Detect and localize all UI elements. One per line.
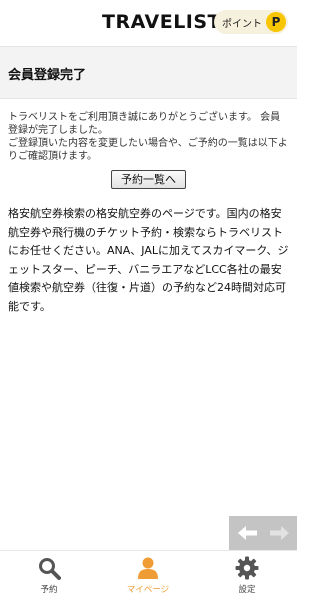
point-badge: P — [266, 12, 286, 32]
description-text: 格安航空券検索の格安航空券のページです。国内の格安航空券や飛行機のチケット予約・… — [8, 207, 289, 313]
person-icon — [138, 557, 158, 579]
title-bar: 会員登録完了 — [0, 46, 297, 99]
page-title: 会員登録完了 — [8, 68, 87, 83]
point-button[interactable]: ポイント P — [214, 10, 288, 34]
arrow-left-icon[interactable] — [238, 525, 258, 541]
point-label: ポイント — [222, 19, 262, 30]
tab-label: 予約 — [40, 585, 58, 595]
tab-bar: 予約 マイページ 設定 — [0, 550, 297, 600]
registration-message: トラベリストをご利用頂き誠にありがとうございます。 会員登録が完了しました。 ご… — [8, 111, 288, 163]
reserve-list-button[interactable]: 予約一覧へ — [111, 170, 186, 189]
app-logo[interactable]: TRAVELIST — [102, 11, 221, 33]
search-icon — [39, 558, 61, 580]
tab-reserve[interactable]: 予約 — [14, 556, 84, 598]
gear-icon — [235, 556, 259, 580]
message-line: ご登録頂いた内容を変更したい場合や、ご予約の一覧は以下よりご確認頂けます。 — [8, 138, 288, 162]
header: TRAVELIST ポイント P — [0, 0, 297, 45]
pager — [229, 516, 297, 550]
arrow-right-icon[interactable] — [269, 525, 289, 541]
message-line: トラベリストをご利用頂き誠にありがとうございます。 会員登録が完了しました。 — [8, 112, 281, 136]
tab-settings[interactable]: 設定 — [212, 556, 282, 598]
tab-label: マイページ — [126, 585, 170, 595]
tab-label: 設定 — [238, 585, 256, 595]
tab-mypage[interactable]: マイページ — [113, 556, 183, 598]
